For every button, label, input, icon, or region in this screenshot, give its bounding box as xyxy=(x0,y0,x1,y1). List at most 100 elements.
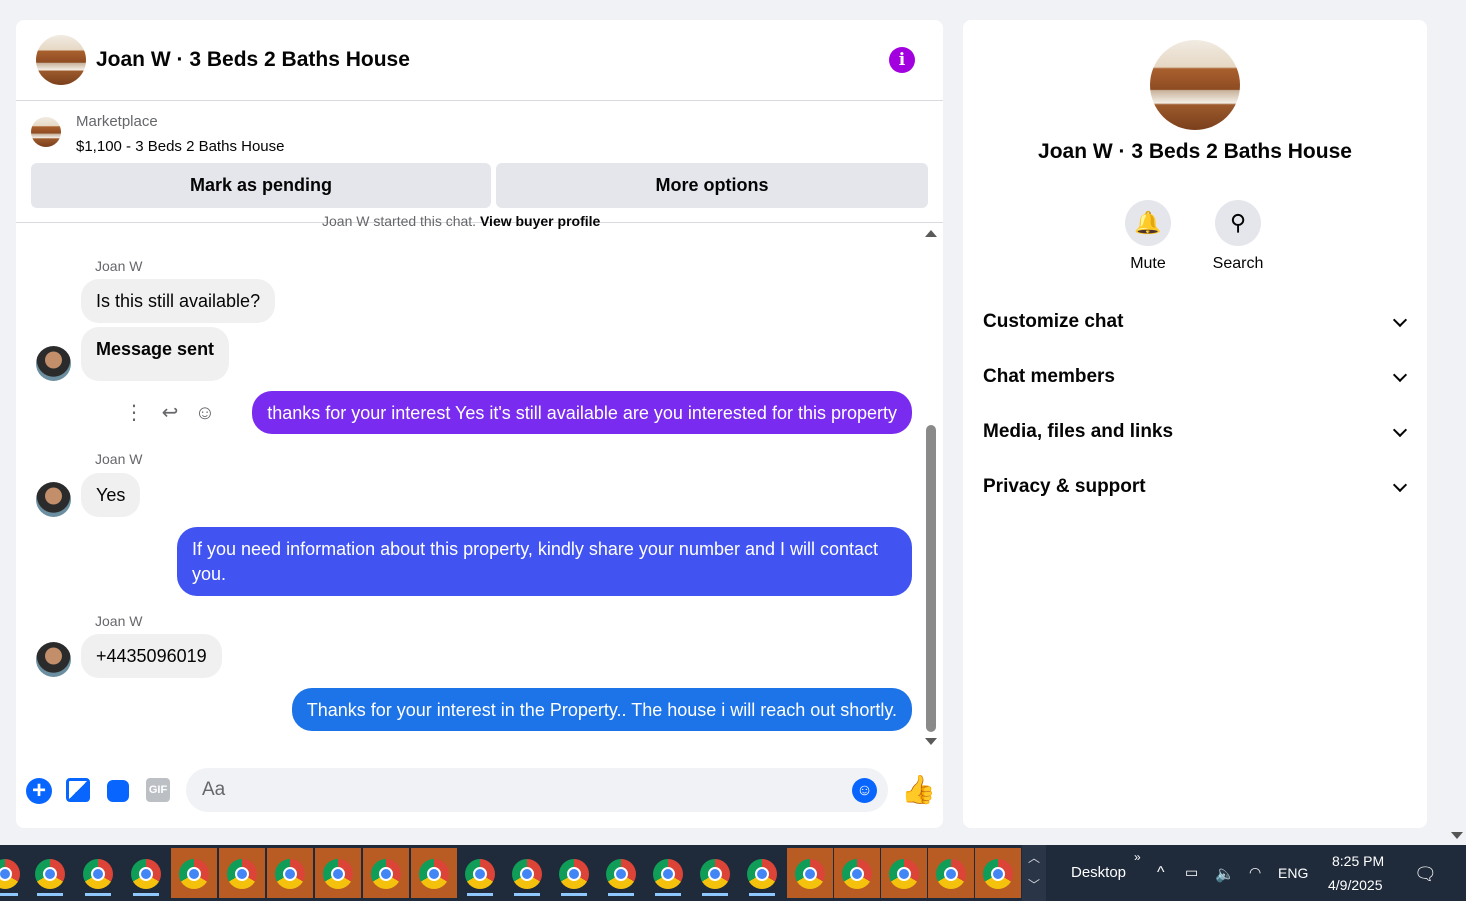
react-emoji-icon[interactable]: ☺ xyxy=(192,400,218,426)
chrome-icon xyxy=(512,859,542,889)
avatar[interactable] xyxy=(36,482,71,517)
section-label: Customize chat xyxy=(983,311,1124,332)
taskbar-app-chrome[interactable] xyxy=(411,848,457,898)
chrome-icon xyxy=(83,859,113,889)
scrollbar-thumb[interactable] xyxy=(926,425,936,732)
info-icon[interactable]: i xyxy=(889,47,915,73)
sender-name: Joan W xyxy=(95,613,143,629)
section-privacy-support[interactable]: Privacy & support xyxy=(983,467,1413,507)
search-icon[interactable]: ⚲ xyxy=(1215,200,1261,246)
section-chat-members[interactable]: Chat members xyxy=(983,357,1413,397)
taskbar-app-chrome[interactable] xyxy=(692,848,738,898)
chrome-icon xyxy=(606,859,636,889)
taskbar-app-chrome[interactable] xyxy=(787,848,833,898)
scroll-down-arrow[interactable] xyxy=(1451,832,1463,839)
reply-icon[interactable]: ↩ xyxy=(157,400,183,426)
incoming-message[interactable]: +4435096019 xyxy=(81,634,222,678)
wifi-icon[interactable]: ◠ xyxy=(1249,864,1261,881)
taskbar-app-chrome[interactable] xyxy=(551,848,597,898)
taskbar-app-chrome[interactable] xyxy=(881,848,927,898)
gif-icon[interactable]: GIF xyxy=(146,778,170,802)
running-indicator xyxy=(655,893,681,896)
chat-started-text: Joan W started this chat. xyxy=(322,213,477,229)
more-vertical-icon[interactable]: ⋮ xyxy=(121,400,147,426)
taskbar-app-chrome[interactable] xyxy=(598,848,644,898)
running-indicator xyxy=(561,893,587,896)
view-buyer-profile-link[interactable]: View buyer profile xyxy=(480,213,600,229)
incoming-message[interactable]: Yes xyxy=(81,473,141,517)
chrome-icon xyxy=(842,859,872,889)
search-button[interactable]: ⚲ Search xyxy=(1203,200,1273,273)
avatar[interactable] xyxy=(36,642,71,677)
avatar[interactable] xyxy=(36,346,71,381)
outgoing-message[interactable]: If you need information about this prope… xyxy=(177,527,912,596)
message-input-box[interactable]: ☺ xyxy=(186,768,888,812)
notifications-icon[interactable]: 🗨 xyxy=(1414,864,1437,885)
chrome-icon xyxy=(179,859,209,889)
chevron-down-icon xyxy=(1392,422,1408,438)
taskbar-app-chrome[interactable] xyxy=(0,848,28,898)
listing-price-title[interactable]: $1,100 - 3 Beds 2 Baths House xyxy=(76,138,284,155)
battery-icon[interactable]: ▭ xyxy=(1185,864,1198,881)
taskbar-app-chrome[interactable] xyxy=(315,848,361,898)
chat-scrollbar[interactable] xyxy=(921,225,939,750)
section-media-files-links[interactable]: Media, files and links xyxy=(983,412,1413,452)
incoming-message[interactable]: Message sent xyxy=(81,327,230,381)
taskbar-app-chrome[interactable] xyxy=(267,848,313,898)
mark-as-pending-button[interactable]: Mark as pending xyxy=(31,163,491,208)
chat-started-note: Joan W started this chat. View buyer pro… xyxy=(322,213,600,229)
clock-date[interactable]: 4/9/2025 xyxy=(1328,877,1383,893)
taskbar-app-chrome[interactable] xyxy=(123,848,169,898)
taskbar-app-chrome[interactable] xyxy=(171,848,217,898)
chrome-icon xyxy=(131,859,161,889)
running-indicator xyxy=(37,893,63,896)
double-chevron-icon[interactable]: » xyxy=(1134,850,1141,864)
taskbar-app-chrome[interactable] xyxy=(645,848,691,898)
chat-title[interactable]: Joan W · 3 Beds 2 Baths House xyxy=(96,48,410,72)
taskbar-app-chrome[interactable] xyxy=(739,848,785,898)
speaker-icon[interactable]: 🔈 xyxy=(1215,864,1235,884)
photo-icon[interactable] xyxy=(66,778,90,802)
incoming-message[interactable]: Is this still available? xyxy=(81,279,276,323)
outgoing-message[interactable]: Thanks for your interest in the Property… xyxy=(291,688,912,731)
chevron-down-icon[interactable]: ﹀ xyxy=(1022,876,1046,893)
plus-icon[interactable]: + xyxy=(26,778,52,804)
chevron-up-icon[interactable]: ︿ xyxy=(1022,849,1046,866)
taskbar-app-chrome[interactable] xyxy=(504,848,550,898)
scroll-up-arrow[interactable] xyxy=(925,230,937,237)
taskbar-app-chrome[interactable] xyxy=(219,848,265,898)
listing-avatar-large[interactable] xyxy=(1150,40,1240,130)
running-indicator xyxy=(608,893,634,896)
mute-button[interactable]: 🔔 Mute xyxy=(1113,200,1183,273)
listing-avatar[interactable] xyxy=(36,35,86,85)
taskbar-app-chrome[interactable] xyxy=(27,848,73,898)
taskbar-scroll[interactable]: ︿ ﹀ xyxy=(1022,845,1046,901)
taskbar-app-chrome[interactable] xyxy=(975,848,1021,898)
marketplace-listing: Marketplace $1,100 - 3 Beds 2 Baths Hous… xyxy=(16,101,943,223)
sticker-icon[interactable] xyxy=(107,780,129,802)
emoji-icon[interactable]: ☺ xyxy=(852,778,877,803)
language-indicator[interactable]: ENG xyxy=(1278,865,1308,881)
show-hidden-icons-icon[interactable]: ^ xyxy=(1157,864,1165,882)
bell-icon[interactable]: 🔔 xyxy=(1125,200,1171,246)
message-input[interactable] xyxy=(186,768,826,812)
taskbar-app-chrome[interactable] xyxy=(363,848,409,898)
taskbar-app-chrome[interactable] xyxy=(75,848,121,898)
chrome-icon xyxy=(653,859,683,889)
section-customize-chat[interactable]: Customize chat xyxy=(983,302,1413,342)
taskbar-app-chrome[interactable] xyxy=(834,848,880,898)
outgoing-message[interactable]: thanks for your interest Yes it's still … xyxy=(252,391,912,434)
running-indicator xyxy=(467,893,493,896)
desktop-toolbar-label[interactable]: Desktop xyxy=(1071,864,1126,881)
chevron-down-icon xyxy=(1392,477,1408,493)
page-scrollbar[interactable] xyxy=(1446,0,1466,845)
chat-panel: Joan W · 3 Beds 2 Baths House i Marketpl… xyxy=(16,20,943,828)
scroll-down-arrow[interactable] xyxy=(925,738,937,745)
more-options-button[interactable]: More options xyxy=(496,163,928,208)
taskbar-app-chrome[interactable] xyxy=(457,848,503,898)
listing-thumbnail[interactable] xyxy=(31,117,61,147)
clock-time[interactable]: 8:25 PM xyxy=(1332,853,1384,869)
conversation-info-panel: Joan W · 3 Beds 2 Baths House 🔔 Mute ⚲ S… xyxy=(963,20,1427,828)
taskbar-app-chrome[interactable] xyxy=(928,848,974,898)
thumbs-up-icon[interactable]: 👍 xyxy=(901,775,936,805)
